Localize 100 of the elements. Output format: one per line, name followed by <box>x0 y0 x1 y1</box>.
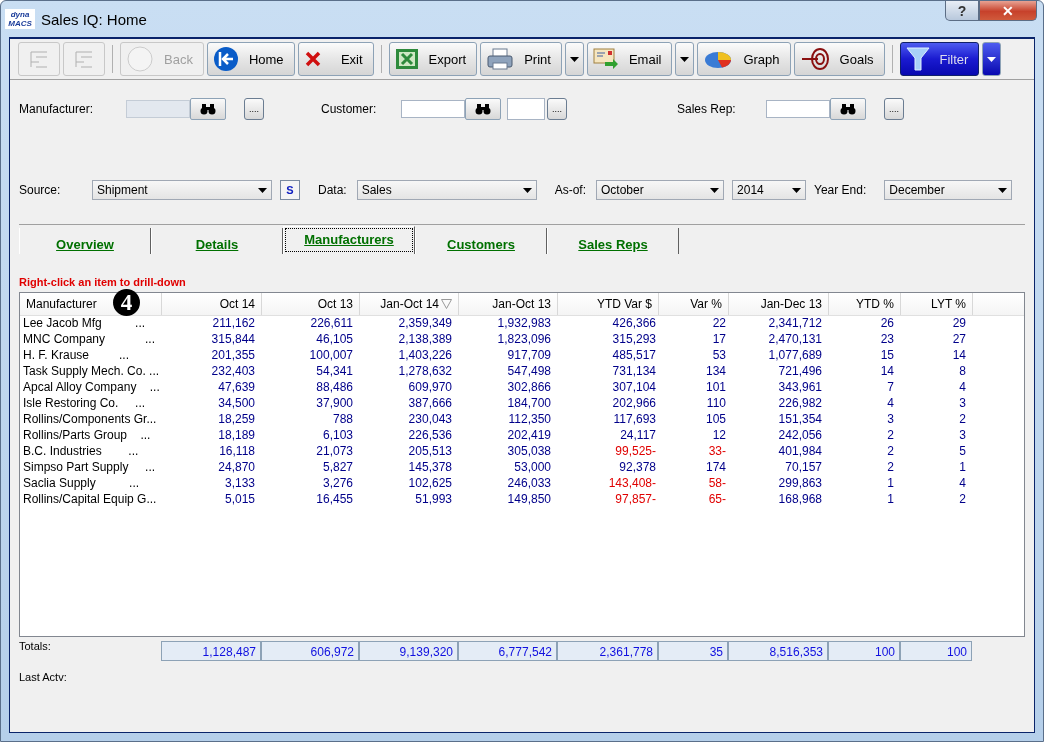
table-cell-text: 29 <box>951 316 967 332</box>
printer-icon <box>486 47 515 71</box>
table-cell-text: 6,103 <box>321 428 354 444</box>
column-header[interactable]: Jan-Oct 14 <box>360 293 459 315</box>
lookup-field[interactable] <box>766 100 830 118</box>
table-cell-text: 53 <box>711 348 727 364</box>
dropdown-field[interactable]: October <box>596 180 725 200</box>
toolbar-button[interactable]: Goals <box>793 42 885 76</box>
lookup-field[interactable] <box>401 100 465 118</box>
table-cell-text: 27 <box>951 332 967 348</box>
table-cell-text: 92,378 <box>618 460 657 476</box>
table-cell-text: 18,259 <box>217 412 256 428</box>
column-header[interactable]: Var % <box>659 293 729 315</box>
table-cell-text: 101 <box>704 380 727 396</box>
browse-button[interactable]: .... <box>884 98 904 120</box>
tab[interactable]: Manufacturers <box>283 226 415 254</box>
table-cell-text: 51,993 <box>414 492 453 508</box>
table-cell-text: 143,408- <box>607 476 657 492</box>
table-cell-text: 201,355 <box>210 348 256 364</box>
dropdown-field[interactable]: Shipment <box>92 180 272 200</box>
table-cell-text: 65- <box>707 492 727 508</box>
toolbar-button[interactable]: Home <box>206 42 295 76</box>
table-cell-text: 242,056 <box>777 428 823 444</box>
table-cell-text: 2,470,131 <box>767 332 823 348</box>
table-cell-text: 99,525- <box>614 444 657 460</box>
table-cell-text: 26 <box>879 316 895 332</box>
source-button[interactable]: S <box>280 180 300 200</box>
caret-icon <box>710 187 720 193</box>
dropdown-button[interactable] <box>564 42 584 76</box>
dropdown-field[interactable]: December <box>884 180 1013 200</box>
toolbar-button[interactable]: Email <box>586 42 673 76</box>
table-cell-text: 547,498 <box>506 364 552 380</box>
find-button[interactable] <box>830 98 866 120</box>
table-cell-text: B.C. Industries ... <box>22 444 140 460</box>
table-cell-text: Isle Restoring Co. ... <box>22 396 147 412</box>
table-cell-text: 100,007 <box>308 348 354 364</box>
table-cell-text: 2 <box>886 444 895 460</box>
column-header[interactable]: YTD % <box>829 293 901 315</box>
dropdown-button[interactable] <box>675 42 695 76</box>
toolbar-button[interactable]: Graph <box>697 42 791 76</box>
table-cell-text: 5,015 <box>223 492 256 508</box>
list-icon <box>28 48 50 70</box>
tab[interactable]: Details <box>151 228 283 254</box>
table-cell-text: 110 <box>705 396 727 412</box>
filter-button[interactable]: Filter <box>899 42 980 76</box>
table-cell-text: 23 <box>879 332 895 348</box>
caret-icon <box>569 56 579 62</box>
table-cell-text: 24,117 <box>619 428 657 444</box>
column-header[interactable]: YTD Var $ <box>558 293 659 315</box>
input-field[interactable] <box>507 98 545 120</box>
total-cell: 6,777,542 <box>458 641 557 661</box>
field-label: Data: <box>318 183 347 197</box>
table-cell-text: 3,133 <box>223 476 256 492</box>
tab[interactable]: Sales Reps <box>547 228 679 254</box>
dropdown-field[interactable]: 2014 <box>732 180 807 200</box>
table-cell-text: 1 <box>886 476 895 492</box>
caret-icon <box>998 187 1008 193</box>
column-header[interactable]: Jan-Oct 13 <box>459 293 558 315</box>
column-header[interactable]: Jan-Dec 13 <box>729 293 829 315</box>
table-cell-text: 230,043 <box>407 412 453 428</box>
table-cell-text: Rollins/Parts Group ... <box>22 428 152 444</box>
table-cell-text: 53,000 <box>513 460 552 476</box>
binoculars-icon <box>475 103 491 115</box>
toolbar-button[interactable]: Exit <box>297 42 374 76</box>
column-header[interactable]: Oct 13 <box>262 293 360 315</box>
table-cell-text: 307,104 <box>611 380 657 396</box>
table-cell-text: Simpso Part Supply ... <box>22 460 157 476</box>
table-cell-text: 37,900 <box>315 396 354 412</box>
column-header[interactable]: LYT % <box>901 293 973 315</box>
table-cell-text: 14 <box>951 348 967 364</box>
find-button[interactable] <box>465 98 501 120</box>
total-cell: 1,128,487 <box>161 641 261 661</box>
caret-icon <box>258 187 267 193</box>
table-cell-text: 102,625 <box>407 476 453 492</box>
toolbar-button[interactable]: Export <box>388 42 478 76</box>
table-cell-text: 426,366 <box>611 316 657 332</box>
help-button[interactable]: ? <box>945 1 979 21</box>
table-cell-text: 134 <box>704 364 727 380</box>
table-cell-text: 2,138,389 <box>397 332 453 348</box>
table-cell-text: 1,403,226 <box>397 348 453 364</box>
table-cell-text: 149,850 <box>506 492 552 508</box>
tab[interactable]: Overview <box>19 228 151 254</box>
table-cell-text: 16,455 <box>315 492 354 508</box>
dropdown-button[interactable] <box>982 42 1002 76</box>
column-header[interactable]: Oct 14 <box>162 293 262 315</box>
toolbar-button[interactable]: Print <box>480 42 562 76</box>
browse-button[interactable]: .... <box>547 98 567 120</box>
last-activity-label: Last Actv: <box>19 671 67 683</box>
caret-icon <box>680 56 690 62</box>
tab[interactable]: Customers <box>415 228 547 254</box>
close-button[interactable]: ✕ <box>979 1 1037 21</box>
totals-label: Totals: <box>19 640 52 652</box>
table-cell-text: 18,189 <box>217 428 256 444</box>
total-cell: 100 <box>900 641 972 661</box>
table-cell-text: MNC Company ... <box>22 332 157 348</box>
table-cell-text: 302,866 <box>506 380 552 396</box>
dropdown-field[interactable]: Sales <box>356 180 537 200</box>
table-cell-text: 226,982 <box>777 396 823 412</box>
table-cell-text: Apcal Alloy Company ... <box>22 380 161 396</box>
table-cell-text: 34,500 <box>217 396 256 412</box>
